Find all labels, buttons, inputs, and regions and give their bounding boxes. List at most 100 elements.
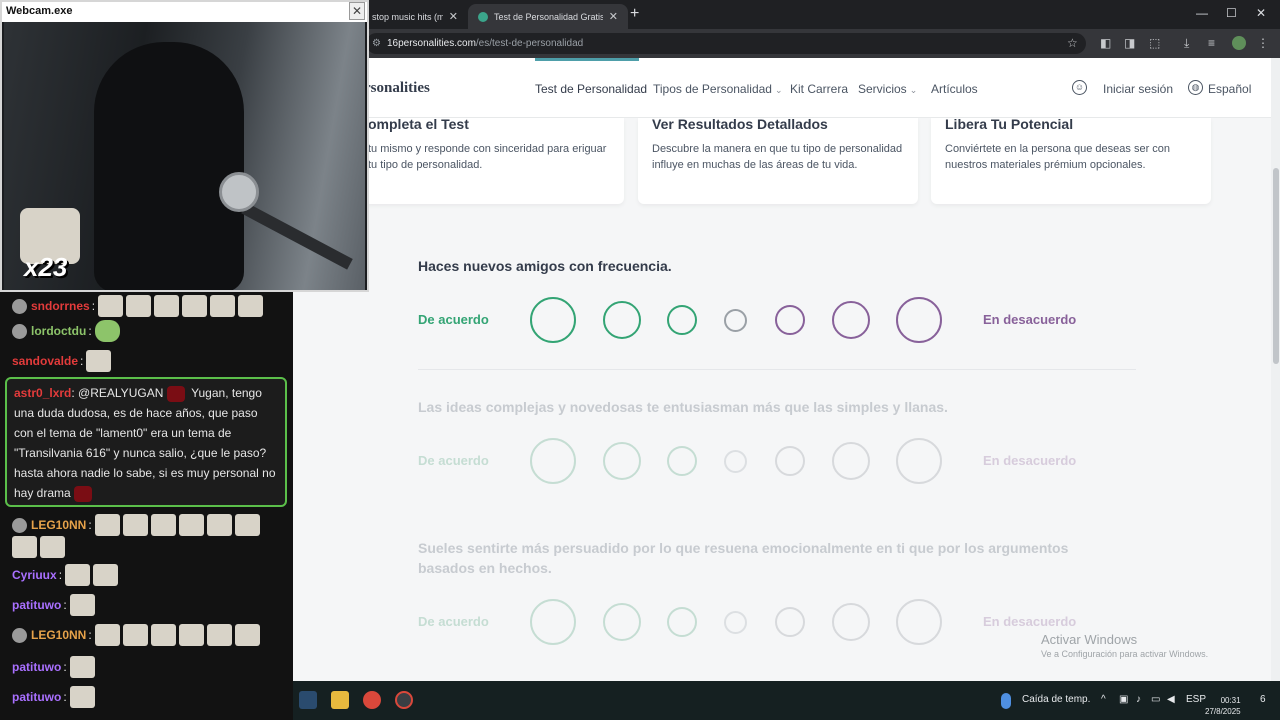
tray-app-icon[interactable]: ▣: [1119, 694, 1128, 705]
window-close-icon[interactable]: ✕: [1256, 6, 1266, 20]
answer-option[interactable]: [724, 450, 747, 473]
steam-icon[interactable]: [299, 691, 317, 709]
answer-option[interactable]: [530, 438, 576, 484]
nav-services[interactable]: Servicios ⌄: [858, 82, 917, 96]
microphone-icon[interactable]: ♪: [1136, 694, 1141, 705]
menu-icon[interactable]: ⋮: [1257, 36, 1269, 50]
mention[interactable]: @REALYUGAN: [78, 386, 163, 400]
extension-icon[interactable]: ◧: [1100, 36, 1111, 50]
webcam-window: Webcam.exe ✕ x23: [0, 0, 369, 292]
answer-option[interactable]: [667, 607, 697, 637]
card-text: Conviértete en la persona que deseas ser…: [945, 143, 1171, 171]
answer-option[interactable]: [667, 305, 697, 335]
answer-option[interactable]: [603, 301, 641, 339]
answer-option[interactable]: [775, 305, 805, 335]
nav-active-indicator: [535, 58, 639, 61]
maximize-icon[interactable]: ☐: [1226, 6, 1237, 20]
nav-test[interactable]: Test de Personalidad: [535, 82, 647, 96]
disagree-label: En desacuerdo: [983, 614, 1077, 629]
chat-message: patituwo:: [12, 686, 95, 708]
nav-articles[interactable]: Artículos: [931, 82, 978, 96]
agree-label: De acuerdo: [418, 453, 489, 468]
answer-option[interactable]: [896, 438, 942, 484]
network-icon[interactable]: ▭: [1151, 694, 1160, 705]
chat-username[interactable]: LEG10NN: [31, 518, 86, 532]
answer-option[interactable]: [832, 442, 870, 480]
globe-icon[interactable]: ◍: [1188, 80, 1203, 95]
volume-icon[interactable]: ◀: [1167, 694, 1175, 705]
chat-username[interactable]: patituwo: [12, 660, 61, 674]
close-icon[interactable]: ✕: [449, 10, 458, 23]
answer-option[interactable]: [724, 309, 747, 332]
download-icon[interactable]: ⤓: [1184, 36, 1189, 51]
chat-message: lordoctdu:: [12, 320, 120, 342]
login-link[interactable]: Iniciar sesión: [1103, 82, 1173, 96]
clock[interactable]: 00:31 27/8/2025: [1205, 695, 1241, 717]
chat-username[interactable]: patituwo: [12, 690, 61, 704]
nav-career[interactable]: Kit Carrera: [790, 82, 848, 96]
browser-tab[interactable]: stop music hits (mix ✕: [362, 4, 468, 29]
bookmark-star-icon[interactable]: ☆: [1067, 36, 1078, 50]
answer-option[interactable]: [775, 607, 805, 637]
highlight-text: Yugan, tengo una duda dudosa, es de hace…: [14, 386, 279, 500]
site-logo[interactable]: rsonalities: [364, 80, 430, 97]
answer-option[interactable]: [896, 599, 942, 645]
chrome-icon[interactable]: [363, 691, 381, 709]
chat-message: LEG10NN:: [12, 514, 260, 536]
profile-avatar[interactable]: [1232, 36, 1246, 50]
media-icon[interactable]: ≡: [1208, 36, 1215, 50]
close-icon[interactable]: ✕: [609, 10, 618, 23]
language-selector[interactable]: Español: [1208, 82, 1251, 96]
answer-option[interactable]: [603, 442, 641, 480]
chat-username[interactable]: lordoctdu: [31, 324, 86, 338]
answer-option[interactable]: [530, 297, 576, 343]
browser-tab-active[interactable]: Test de Personalidad Gratis | 16 ✕: [468, 4, 628, 29]
answer-option[interactable]: [603, 603, 641, 641]
chat-username[interactable]: sndorrnes: [31, 299, 90, 313]
chat-username[interactable]: sandovalde: [12, 354, 78, 368]
chevron-up-icon[interactable]: ^: [1101, 694, 1106, 705]
page-scrollbar[interactable]: [1271, 58, 1280, 681]
answer-option[interactable]: [775, 446, 805, 476]
disagree-label: En desacuerdo: [983, 453, 1077, 468]
nav-services-label: Servicios: [858, 82, 907, 96]
accessibility-icon[interactable]: ☺: [1072, 80, 1087, 95]
answer-option[interactable]: [896, 297, 942, 343]
puzzle-icon[interactable]: ⬚: [1149, 36, 1160, 50]
weather-status[interactable]: Caída de temp.: [1022, 694, 1090, 705]
minimize-icon[interactable]: —: [1196, 6, 1208, 20]
address-bar[interactable]: ⚙ 16personalities.com/es/test-de-persona…: [366, 33, 1086, 54]
mic-arm: [241, 202, 353, 270]
nav-types[interactable]: Tipos de Personalidad ⌄: [653, 82, 783, 96]
chevron-down-icon: ⌄: [909, 85, 918, 95]
chat-username[interactable]: Cyriuux: [12, 568, 57, 582]
card-title: ompleta el Test: [368, 116, 469, 132]
card-text: tu mismo y responde con sinceridad para …: [368, 143, 607, 171]
user-badge-icon: [12, 298, 27, 314]
chat-username[interactable]: patituwo: [12, 598, 61, 612]
chat-username[interactable]: astr0_lxrd: [14, 386, 71, 400]
card-title: Ver Resultados Detallados: [652, 116, 828, 132]
new-tab-icon[interactable]: +: [630, 5, 639, 23]
answer-option[interactable]: [832, 603, 870, 641]
question-text: Haces nuevos amigos con frecuencia.: [418, 258, 672, 274]
scrollbar-thumb[interactable]: [1273, 168, 1279, 364]
input-language[interactable]: ESP: [1186, 694, 1206, 705]
file-explorer-icon[interactable]: [331, 691, 349, 709]
answer-option[interactable]: [832, 301, 870, 339]
chat-username[interactable]: LEG10NN: [31, 628, 86, 642]
obs-icon[interactable]: [395, 691, 413, 709]
close-icon[interactable]: ✕: [349, 2, 365, 20]
answer-option[interactable]: [530, 599, 576, 645]
notification-count[interactable]: 6: [1260, 694, 1266, 705]
translate-icon[interactable]: ◨: [1124, 36, 1135, 50]
chevron-down-icon: ⌄: [774, 85, 783, 95]
chat-message: sandovalde:: [12, 350, 112, 372]
answer-option[interactable]: [724, 611, 747, 634]
chat-message: Cyriuux:: [12, 564, 119, 586]
agree-label: De acuerdo: [418, 312, 489, 327]
clock-time: 00:31: [1220, 696, 1241, 705]
site-info-icon[interactable]: ⚙: [372, 38, 381, 49]
thermometer-icon: [1001, 693, 1011, 709]
answer-option[interactable]: [667, 446, 697, 476]
